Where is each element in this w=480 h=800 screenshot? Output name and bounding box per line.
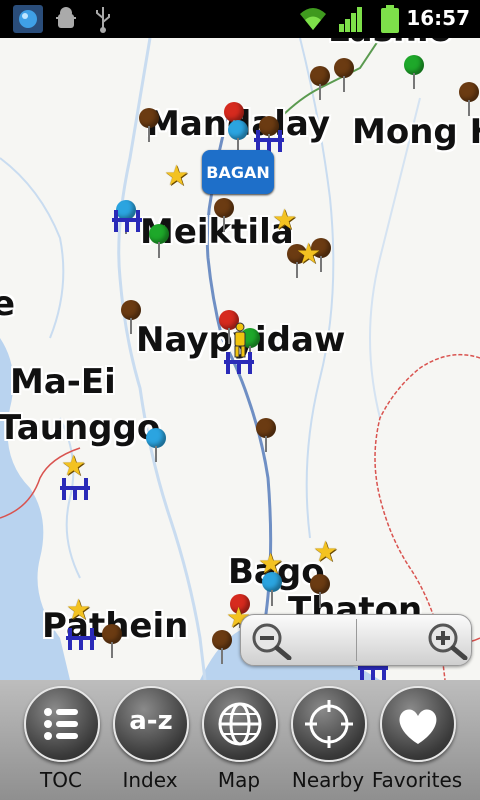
heart-icon	[380, 686, 456, 762]
favorite-star-icon[interactable]: ★	[258, 550, 283, 578]
favorite-star-icon[interactable]: ★	[272, 206, 297, 234]
map-pin[interactable]	[256, 418, 276, 452]
globe-icon	[202, 686, 278, 762]
map-view[interactable]: Lashio Mandalay Mong H Meiktila e Naypyi…	[0, 38, 480, 680]
zoom-out-icon	[252, 623, 292, 661]
favorite-star-icon[interactable]: ★	[164, 162, 189, 190]
map-pin[interactable]	[214, 198, 234, 232]
list-icon	[24, 686, 100, 762]
bagan-callout[interactable]: BAGAN	[202, 150, 274, 194]
place-label-mong: Mong H	[352, 112, 480, 152]
toc-button[interactable]: TOC	[18, 684, 104, 796]
bottom-toolbar: TOC a-z Index Map Nearby Favorites	[0, 680, 480, 800]
favorite-star-icon[interactable]: ★	[296, 240, 321, 268]
favorite-star-icon[interactable]: ★	[61, 452, 86, 480]
current-location-icon[interactable]	[230, 322, 250, 358]
zoom-control	[240, 614, 472, 666]
app-globe-icon	[12, 4, 44, 34]
clock: 16:57	[406, 6, 470, 30]
map-pin[interactable]	[212, 630, 232, 664]
map-pin[interactable]	[310, 66, 330, 100]
signal-icon	[338, 4, 364, 34]
zoom-in-icon	[428, 623, 468, 661]
map-pin[interactable]	[139, 108, 159, 142]
restaurant-icon[interactable]	[64, 628, 98, 650]
wifi-icon	[298, 4, 328, 34]
favorites-label: Favorites	[371, 768, 463, 792]
index-button[interactable]: a-z Index	[107, 684, 193, 796]
map-pin[interactable]	[404, 55, 424, 89]
map-pin[interactable]	[102, 624, 122, 658]
zoom-out-button[interactable]	[249, 620, 292, 661]
nearby-label: Nearby	[291, 768, 365, 792]
map-pin[interactable]	[146, 428, 166, 462]
restaurant-icon[interactable]	[58, 478, 92, 500]
az-icon: a-z	[113, 686, 189, 762]
map-pin[interactable]	[121, 300, 141, 334]
favorites-button[interactable]: Favorites	[372, 684, 462, 796]
place-label-ma-ei: Ma-Ei	[10, 362, 116, 402]
place-label-lashio: Lashio	[328, 38, 452, 50]
restaurant-icon[interactable]	[252, 130, 286, 152]
android-debug-icon	[54, 4, 78, 34]
map-pin[interactable]	[228, 120, 248, 154]
crosshair-icon	[291, 686, 367, 762]
favorite-star-icon[interactable]: ★	[313, 538, 338, 566]
map-pin[interactable]	[334, 58, 354, 92]
map-button[interactable]: Map	[196, 684, 282, 796]
place-label-taunggo: Taunggo	[0, 408, 161, 448]
az-icon-text: a-z	[129, 706, 173, 736]
map-label: Map	[217, 768, 261, 792]
map-pin[interactable]	[459, 82, 479, 116]
map-pin[interactable]	[149, 224, 169, 258]
zoom-divider	[356, 619, 357, 661]
restaurant-icon[interactable]	[110, 210, 144, 232]
index-label: Index	[122, 768, 178, 792]
usb-icon	[92, 4, 114, 34]
nearby-button[interactable]: Nearby	[285, 684, 371, 796]
zoom-in-button[interactable]	[425, 620, 468, 661]
place-label-edge: e	[0, 284, 16, 324]
map-pin[interactable]	[310, 574, 330, 608]
status-bar: 16:57	[0, 0, 480, 38]
favorite-star-icon[interactable]: ★	[66, 596, 91, 624]
battery-icon	[378, 4, 402, 34]
toc-label: TOC	[40, 768, 82, 792]
